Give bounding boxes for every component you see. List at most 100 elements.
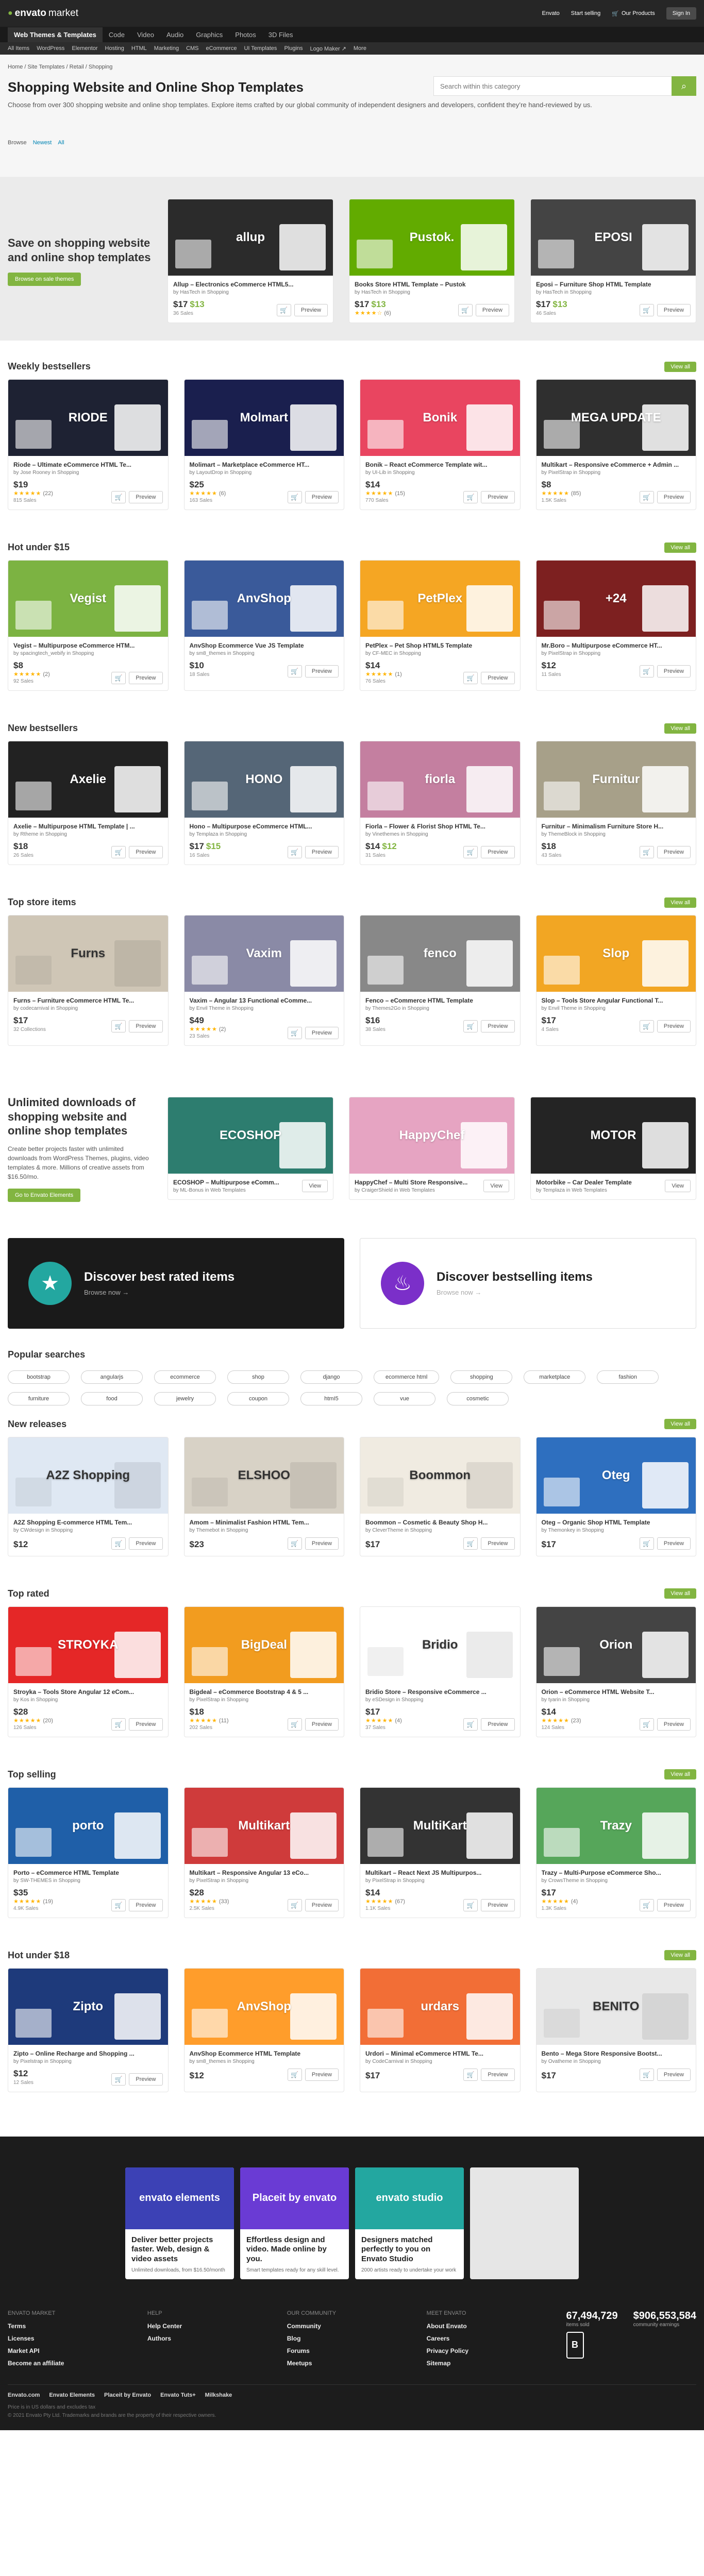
product-thumbnail[interactable]: Trazy <box>536 1787 696 1864</box>
preview-button[interactable]: Preview <box>305 846 339 858</box>
product-author[interactable]: by PixelStrap in Shopping <box>190 1878 339 1884</box>
preview-button[interactable]: Preview <box>657 304 691 316</box>
footer-bottom-link[interactable]: Placeit by Envato <box>104 2392 151 2398</box>
product-author[interactable]: by SW-THEMES in Shopping <box>13 1878 163 1884</box>
product-thumbnail[interactable]: Slop <box>536 916 696 992</box>
preview-button[interactable]: Preview <box>294 304 328 316</box>
product-title[interactable]: Books Store HTML Template – Pustok <box>355 281 509 288</box>
product-card[interactable]: +24 Mr.Boro – Multipurpose eCommerce HT..… <box>535 560 696 691</box>
preview-button[interactable]: Preview <box>129 672 163 684</box>
search-tag[interactable]: shop <box>227 1370 289 1384</box>
product-author[interactable]: by Themonkey in Shopping <box>542 1528 691 1533</box>
subcat-plugins[interactable]: Plugins <box>284 45 303 52</box>
product-title[interactable]: AnvShop Ecommerce Vue JS Template <box>190 642 339 649</box>
product-thumbnail[interactable]: BigDeal <box>184 1606 344 1683</box>
product-thumbnail[interactable]: Bonik <box>360 380 520 456</box>
product-thumbnail[interactable]: allup <box>168 199 333 276</box>
breadcrumb[interactable]: Home / Site Templates / Retail / Shoppin… <box>8 64 696 70</box>
search-input[interactable] <box>433 76 672 96</box>
preview-button[interactable]: Preview <box>129 1537 163 1550</box>
cat-3d-files[interactable]: 3D Files <box>262 27 299 42</box>
cat-audio[interactable]: Audio <box>160 27 190 42</box>
browse-newest-link[interactable]: Newest <box>33 140 52 146</box>
view-all-button[interactable]: View all <box>664 542 696 553</box>
product-card[interactable]: MEGA UPDATE Multikart – Responsive eComme… <box>535 379 696 510</box>
product-author[interactable]: by Templaza in Shopping <box>190 832 339 837</box>
product-thumbnail[interactable]: Axelie <box>8 741 168 818</box>
add-to-cart-button[interactable]: 🛒 <box>287 665 302 677</box>
product-title[interactable]: Bridio Store – Responsive eCommerce ... <box>365 1688 515 1696</box>
footer-link[interactable]: Terms <box>8 2323 132 2330</box>
product-card[interactable]: Bonik Bonik – React eCommerce Template wi… <box>360 379 521 510</box>
product-title[interactable]: Fiorla – Flower & Florist Shop HTML Te..… <box>365 823 515 830</box>
product-author[interactable]: by PixelStrap in Shopping <box>542 651 691 656</box>
product-card[interactable]: PetPlex PetPlex – Pet Shop HTML5 Template… <box>360 560 521 691</box>
product-author[interactable]: by Themebot in Shopping <box>190 1528 339 1533</box>
product-author[interactable]: by CF-MEC in Shopping <box>365 651 515 656</box>
add-to-cart-button[interactable]: 🛒 <box>111 1899 126 1911</box>
subcat-cms[interactable]: CMS <box>186 45 198 52</box>
product-thumbnail[interactable]: A2Z Shopping <box>8 1437 168 1514</box>
product-author[interactable]: by Jose Rooney in Shopping <box>13 470 163 476</box>
preview-button[interactable]: Preview <box>481 1537 515 1550</box>
add-to-cart-button[interactable]: 🛒 <box>287 846 302 858</box>
product-author[interactable]: by codecarnival in Shopping <box>13 1006 163 1011</box>
view-all-button[interactable]: View all <box>664 1769 696 1780</box>
product-title[interactable]: ECOSHOP – Multipurpose eComm... <box>173 1179 279 1186</box>
product-author[interactable]: by Vinethemes in Shopping <box>365 832 515 837</box>
elements-item-card[interactable]: ECOSHOP ECOSHOP – Multipurpose eComm... by… <box>167 1097 333 1200</box>
product-thumbnail[interactable]: Orion <box>536 1606 696 1683</box>
product-thumbnail[interactable]: ECOSHOP <box>168 1097 333 1174</box>
search-tag[interactable]: food <box>81 1392 143 1405</box>
search-tag[interactable]: bootstrap <box>8 1370 70 1384</box>
product-title[interactable]: HappyChef – Multi Store Responsive... <box>355 1179 467 1186</box>
product-card[interactable]: Pustok. Books Store HTML Template – Pusto… <box>349 199 515 323</box>
preview-button[interactable]: Preview <box>657 1537 691 1550</box>
cat-graphics[interactable]: Graphics <box>190 27 229 42</box>
preview-button[interactable]: Preview <box>481 1899 515 1911</box>
elements-item-card[interactable]: MOTOR Motorbike – Car Dealer Template by T… <box>530 1097 696 1200</box>
product-card[interactable]: Molmart Molimart – Marketplace eCommerce … <box>183 379 344 510</box>
add-to-cart-button[interactable]: 🛒 <box>276 304 291 316</box>
preview-button[interactable]: Preview <box>305 1537 339 1550</box>
add-to-cart-button[interactable]: 🛒 <box>111 1020 126 1032</box>
add-to-cart-button[interactable]: 🛒 <box>287 1027 302 1039</box>
product-title[interactable]: Bigdeal – eCommerce Bootstrap 4 & 5 ... <box>190 1688 339 1696</box>
add-to-cart-button[interactable]: 🛒 <box>639 846 654 858</box>
add-to-cart-button[interactable]: 🛒 <box>111 672 126 684</box>
view-all-button[interactable]: View all <box>664 897 696 908</box>
subcat-html[interactable]: HTML <box>131 45 147 52</box>
product-title[interactable]: Slop – Tools Store Angular Functional T.… <box>542 997 691 1004</box>
subcat-elementor[interactable]: Elementor <box>72 45 97 52</box>
view-button[interactable]: View <box>665 1180 691 1193</box>
product-card[interactable]: HONO Hono – Multipurpose eCommerce HTML..… <box>183 741 344 865</box>
product-title[interactable]: Vaxim – Angular 13 Functional eComme... <box>190 997 339 1004</box>
product-thumbnail[interactable]: Oteg <box>536 1437 696 1514</box>
product-title[interactable]: Trazy – Multi-Purpose eCommerce Sho... <box>542 1869 691 1876</box>
add-to-cart-button[interactable]: 🛒 <box>463 1020 478 1032</box>
product-title[interactable]: Eposi – Furniture Shop HTML Template <box>536 281 691 288</box>
search-tag[interactable]: ecommerce <box>154 1370 216 1384</box>
view-button[interactable]: View <box>483 1180 509 1193</box>
elements-item-card[interactable]: HappyChef HappyChef – Multi Store Respons… <box>349 1097 515 1200</box>
product-author[interactable]: by PixelStrap in Shopping <box>542 470 691 476</box>
preview-button[interactable]: Preview <box>657 1718 691 1731</box>
product-thumbnail[interactable]: urdars <box>360 1968 520 2045</box>
product-author[interactable]: by PixelStrap in Shopping <box>365 1878 515 1884</box>
product-title[interactable]: Porto – eCommerce HTML Template <box>13 1869 163 1876</box>
product-title[interactable]: Furnitur – Minimalism Furniture Store H.… <box>542 823 691 830</box>
product-author[interactable]: by LayoutDrop in Shopping <box>190 470 339 476</box>
product-card[interactable]: fiorla Fiorla – Flower & Florist Shop HTM… <box>360 741 521 865</box>
product-title[interactable]: Vegist – Multipurpose eCommerce HTM... <box>13 642 163 649</box>
discover-best-rated-card[interactable]: ★ Discover best rated items Browse now → <box>8 1238 344 1329</box>
product-card[interactable]: porto Porto – eCommerce HTML Template by S… <box>8 1787 169 1918</box>
product-thumbnail[interactable]: Vaxim <box>184 916 344 992</box>
product-card[interactable]: MultiKart Multikart – React Next JS Multi… <box>360 1787 521 1918</box>
preview-button[interactable]: Preview <box>129 1020 163 1032</box>
product-author[interactable]: by spacingtech_webify in Shopping <box>13 651 163 656</box>
view-button[interactable]: View <box>302 1180 328 1193</box>
product-card[interactable]: AnvShop AnvShop Ecommerce HTML Template by… <box>183 1968 344 2092</box>
add-to-cart-button[interactable]: 🛒 <box>639 491 654 503</box>
cat-web-themes[interactable]: Web Themes & Templates <box>8 27 103 42</box>
add-to-cart-button[interactable]: 🛒 <box>639 1899 654 1911</box>
